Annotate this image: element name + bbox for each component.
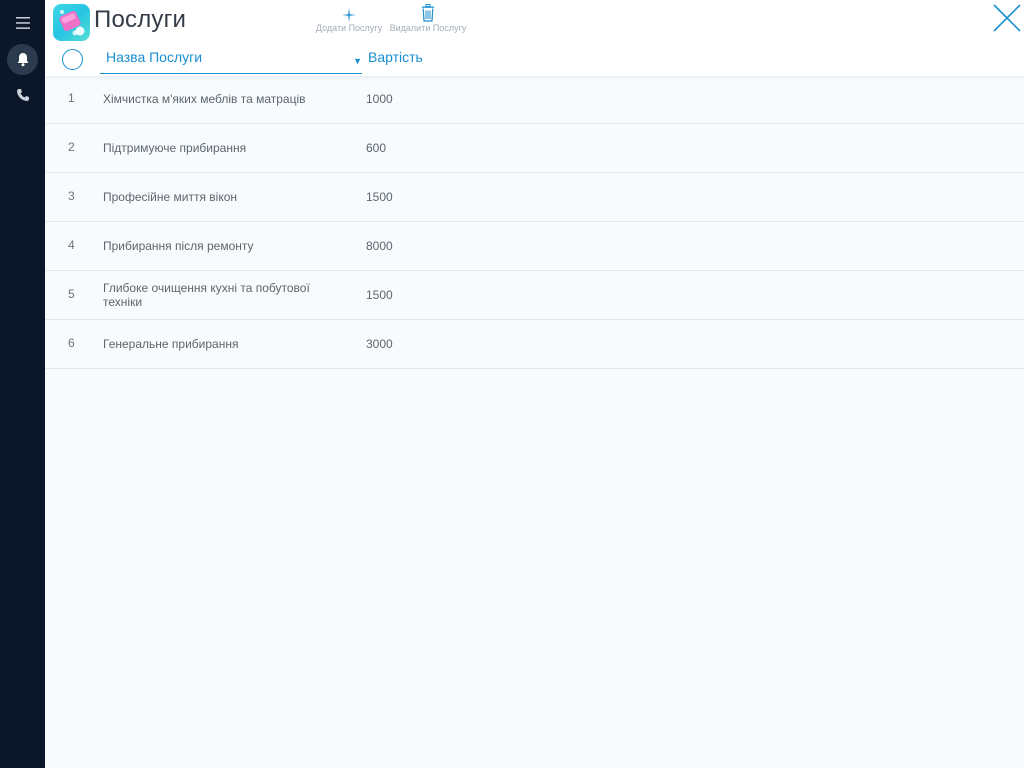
service-name: Генеральне прибирання (103, 337, 239, 351)
row-number: 4 (68, 238, 75, 252)
row-number: 6 (68, 336, 75, 350)
row-number: 3 (68, 189, 75, 203)
sidebar (0, 0, 45, 768)
service-name: Прибирання після ремонту (103, 239, 254, 253)
service-price: 1000 (366, 92, 393, 106)
table-row[interactable]: 4 Прибирання після ремонту 8000 (45, 222, 1024, 271)
service-name: Хімчистка м'яких меблів та матраців (103, 92, 306, 106)
service-name: Професійне миття вікон (103, 190, 238, 204)
table-row[interactable]: 6 Генеральне прибирання 3000 (45, 320, 1024, 369)
sort-arrow-icon: ▼ (353, 56, 362, 66)
service-price: 600 (366, 141, 387, 155)
column-header-name[interactable]: Назва Послуги ▼ (100, 48, 362, 74)
close-button[interactable] (993, 4, 1021, 32)
row-number: 1 (68, 91, 75, 105)
close-icon (993, 4, 1021, 32)
page-title: Послуги (94, 6, 187, 33)
table-row[interactable]: 1 Хімчистка м'яких меблів та матраців 10… (45, 75, 1024, 124)
delete-service-label: Видалити Послугу (389, 23, 467, 33)
table-row[interactable]: 3 Професійне миття вікон 1500 (45, 173, 1024, 222)
service-name: Глибоке очищення кухні та побутової техн… (103, 281, 310, 309)
row-number: 2 (68, 140, 75, 154)
bell-icon (17, 53, 28, 67)
delete-service-button[interactable]: Видалити Послугу (389, 4, 467, 33)
sparkle-plus-icon (342, 8, 356, 22)
service-price: 1500 (366, 288, 393, 302)
phone-button[interactable] (7, 79, 38, 110)
menu-icon (15, 16, 30, 29)
app-logo (53, 4, 90, 41)
services-table: 1 Хімчистка м'яких меблів та матраців 10… (45, 75, 1024, 369)
service-price: 8000 (366, 239, 393, 253)
trash-icon (422, 4, 434, 22)
phone-icon (16, 88, 29, 101)
header: Послуги Додати Послугу Видалити Послугу (45, 0, 1024, 76)
notifications-button[interactable] (7, 44, 38, 75)
cleaning-logo-icon (59, 10, 85, 36)
service-price: 1500 (366, 190, 393, 204)
service-name: Підтримуюче прибирання (103, 141, 247, 155)
column-name-label: Назва Послуги (106, 49, 203, 65)
table-row[interactable]: 5 Глибоке очищення кухні та побутової те… (45, 271, 1024, 320)
add-service-label: Додати Послугу (315, 23, 383, 33)
row-number: 5 (68, 287, 75, 301)
menu-button[interactable] (7, 7, 38, 38)
service-price: 3000 (366, 337, 393, 351)
add-service-button[interactable]: Додати Послугу (314, 4, 384, 33)
select-all-checkbox[interactable] (62, 49, 83, 70)
column-header-price[interactable]: Вартість (368, 49, 423, 65)
table-row[interactable]: 2 Підтримуюче прибирання 600 (45, 124, 1024, 173)
